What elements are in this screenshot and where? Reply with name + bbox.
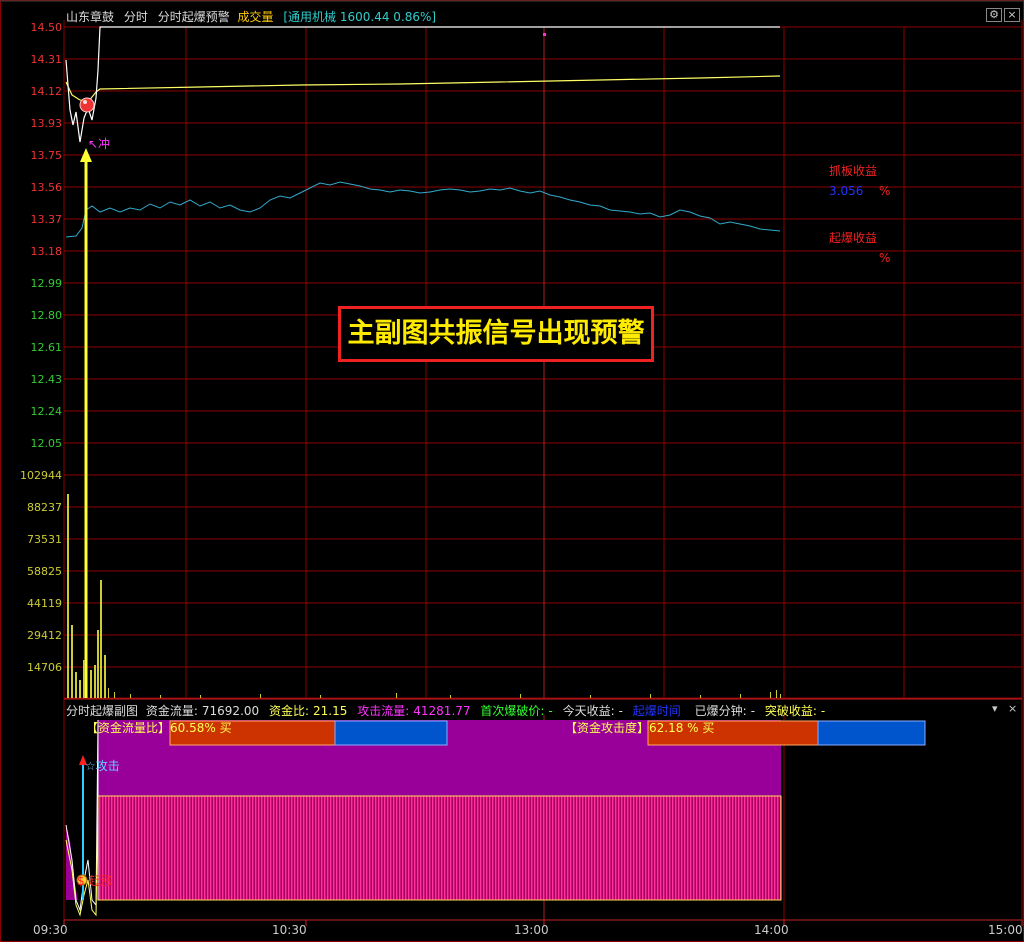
main-chart-header: 山东章鼓 分时 分时起爆预警 成交量 [通用机械 1600.44 0.86%]: [66, 8, 442, 25]
signal-ball-icon: [79, 97, 95, 113]
close-icon[interactable]: ×: [1004, 8, 1020, 22]
rise-start-label: $ 起涨: [77, 874, 113, 888]
volume-tick: 73531: [27, 533, 62, 546]
signal-ball-shine: [83, 100, 87, 104]
dropdown-icon[interactable]: ▾: [992, 702, 998, 715]
first-break-value: -: [548, 704, 553, 718]
price-tick: 13.93: [30, 117, 63, 130]
launch-return-pct: %: [879, 251, 891, 265]
price-tick: 13.37: [30, 213, 63, 226]
breakout-return-value: -: [820, 704, 826, 718]
price-tick: 12.61: [30, 341, 63, 354]
price-tick: 13.18: [30, 245, 63, 258]
flow-ratio-sell-bar: [334, 720, 448, 746]
indicator-line: [65, 181, 781, 238]
launch-return-label: 起爆收益: [829, 231, 878, 245]
ratio-label: 资金比:: [268, 704, 310, 718]
attack-degree-label: 【资金攻击度】62.18 % 买: [565, 721, 715, 735]
price-tick: 12.43: [30, 373, 63, 386]
sub-chart-header: 分时起爆副图 资金流量: 71692.00 资金比: 21.15 攻击流量: 4128…: [66, 702, 829, 719]
attack-flow-label: 攻击流量:: [357, 704, 410, 718]
attack-flow-hatch: [97, 795, 782, 901]
exploded-minutes-label: 已爆分钟:: [694, 704, 747, 718]
today-return-label: 今天收益:: [562, 704, 615, 718]
marker-dot: [543, 33, 546, 36]
grab-return-label: 抓板收益: [829, 164, 878, 178]
rush-signal-label: ↖冲: [88, 137, 111, 151]
time-tick: 14:00: [754, 923, 789, 937]
price-tick: 14.50: [30, 21, 63, 34]
volume-tick: 14706: [27, 661, 62, 674]
price-tick: 14.31: [30, 53, 63, 66]
attack-degree-sell-bar: [817, 720, 926, 746]
time-tick: 10:30: [272, 923, 307, 937]
grab-return-pct: %: [879, 184, 891, 198]
volume-tick: 29412: [27, 629, 62, 642]
price-grid: [64, 26, 1022, 699]
price-tick: 13.75: [30, 149, 63, 162]
time-tick: 15:00: [988, 923, 1023, 937]
ratio-value: 21.15: [313, 704, 348, 718]
price-tick: 12.05: [30, 437, 63, 450]
price-tick: 13.56: [30, 181, 63, 194]
flow-label: 资金流量:: [145, 704, 198, 718]
price-tick: 12.80: [30, 309, 63, 322]
launch-time-label: 起爆时间: [632, 704, 681, 718]
today-return-value: -: [618, 704, 623, 718]
price-tick: 12.99: [30, 277, 63, 290]
volume-label: 成交量: [237, 10, 274, 24]
chart-canvas: [0, 0, 1024, 942]
price-tick: 12.24: [30, 405, 63, 418]
time-tick: 13:00: [514, 923, 549, 937]
exploded-minutes-value: -: [750, 704, 756, 718]
price-line: [65, 26, 780, 143]
stock-name[interactable]: 山东章鼓: [66, 10, 114, 24]
first-break-label: 首次爆破价:: [480, 704, 545, 718]
flow-value: 71692.00: [201, 704, 260, 718]
volume-tick: 44119: [27, 597, 62, 610]
volume-tick: 88237: [27, 501, 62, 514]
chart-mode[interactable]: 分时: [124, 10, 148, 24]
volume-tick: 58825: [27, 565, 62, 578]
time-tick: 09:30: [33, 923, 68, 937]
sector-index[interactable]: [通用机械 1600.44 0.86%]: [283, 10, 436, 24]
sub-chart-name[interactable]: 分时起爆副图: [66, 704, 138, 718]
attack-signal-label: ☆攻击: [85, 759, 120, 773]
average-price-line: [65, 75, 781, 103]
grab-return-value: 3.056: [829, 184, 864, 198]
indicator-name[interactable]: 分时起爆预警: [158, 10, 230, 24]
close-icon[interactable]: ×: [1008, 702, 1017, 715]
flow-ratio-label: 【资金流量比】60.58% 买: [86, 721, 232, 735]
breakout-return-label: 突破收益:: [764, 704, 817, 718]
volume-tick: 102944: [20, 469, 62, 482]
gear-icon[interactable]: ⚙: [986, 8, 1002, 22]
attack-flow-value: 41281.77: [413, 704, 471, 718]
resonance-warning-banner: 主副图共振信号出现预警: [338, 306, 654, 362]
price-tick: 14.12: [30, 85, 63, 98]
